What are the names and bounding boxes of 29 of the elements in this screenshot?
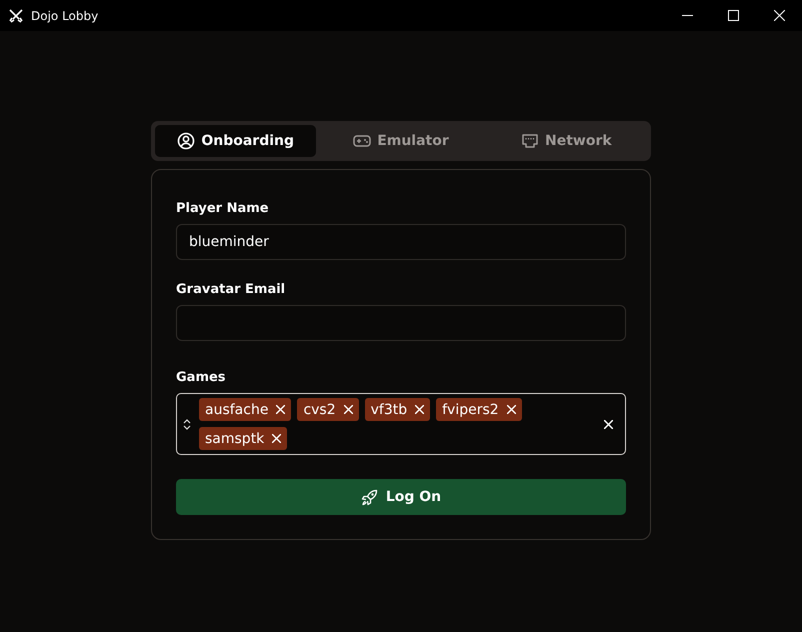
window-title: Dojo Lobby (31, 8, 98, 22)
tag-label: cvs2 (303, 402, 336, 418)
field-label: Games (176, 370, 227, 385)
close-icon[interactable] (774, 10, 784, 21)
field-label: Gravatar Email (176, 282, 286, 297)
tab[interactable]: Network (486, 125, 647, 157)
remove-icon[interactable] (344, 405, 353, 414)
games-select[interactable]: ausfache cvs2 vf3tb fvipers2 samsptk (176, 393, 626, 455)
ethernet-port-icon (520, 132, 539, 150)
remove-icon[interactable] (506, 405, 516, 414)
remove-icon[interactable] (272, 434, 282, 443)
input-field[interactable] (176, 305, 626, 341)
tag-label: ausfache (205, 402, 268, 418)
person-icon (177, 132, 196, 150)
remove-icon[interactable] (276, 405, 286, 414)
input-field[interactable]: blueminder (176, 224, 626, 260)
sort-icon (183, 418, 191, 430)
field-label: Player Name (176, 201, 270, 216)
tag-label: fvipers2 (442, 402, 499, 418)
clear-icon[interactable] (604, 420, 613, 428)
tag-label: vf3tb (370, 402, 408, 418)
rocket-icon (360, 488, 378, 506)
tag-label: samsptk (205, 430, 264, 446)
maximize-icon[interactable] (728, 10, 738, 21)
remove-icon[interactable] (415, 405, 424, 414)
log-on-button[interactable]: Log On (176, 479, 626, 515)
tab[interactable]: Onboarding (155, 125, 316, 157)
tab[interactable]: Emulator (320, 125, 482, 157)
app-icon (9, 8, 23, 22)
